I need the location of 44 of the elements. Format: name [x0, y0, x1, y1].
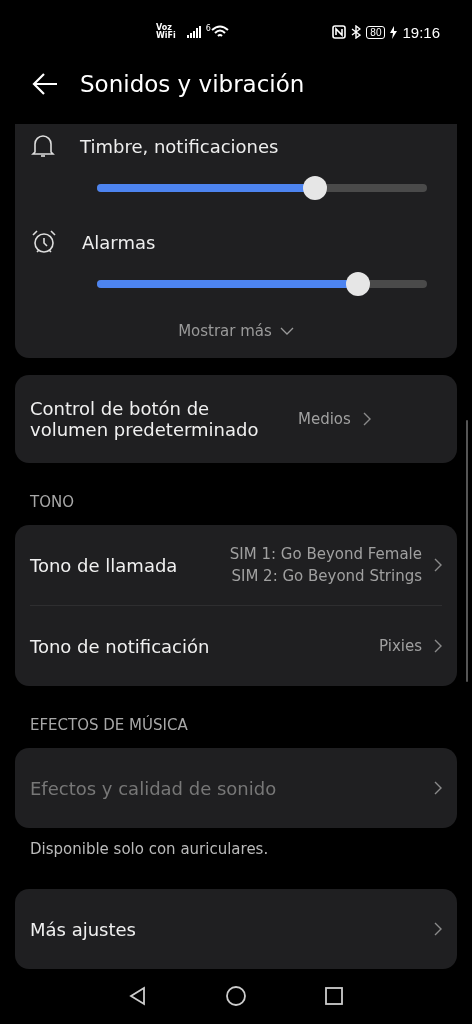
bell-icon: [31, 133, 55, 159]
chevron-right-icon: [434, 781, 442, 795]
battery-level: 80: [366, 25, 386, 39]
wifi-calling-label: Voz WiFi: [156, 24, 176, 40]
volume-label: Alarmas: [82, 231, 156, 253]
wifi-icon: [210, 25, 229, 39]
volume-label: Timbre, notificaciones: [80, 135, 279, 157]
chevron-right-icon: [434, 558, 442, 572]
settings-item[interactable]: Tono de notificación Pixies: [30, 606, 442, 686]
slider-thumb[interactable]: [345, 272, 370, 296]
item-label: Efectos y calidad de sonido: [30, 777, 278, 799]
section-header: EFECTOS DE MÚSICA: [29, 714, 189, 736]
home-icon[interactable]: [225, 985, 247, 1007]
slider-thumb[interactable]: [302, 176, 327, 200]
item-label: Más ajustes: [30, 918, 137, 940]
section-header: TONO: [29, 492, 75, 513]
clock-time: 19:16: [402, 23, 440, 41]
bluetooth-icon: [351, 25, 362, 39]
charging-icon: [390, 25, 398, 39]
back-button[interactable]: [32, 73, 58, 95]
volume-slider[interactable]: [97, 272, 427, 296]
chevron-right-icon: [434, 639, 442, 653]
caret-icon: [279, 327, 294, 335]
hint-text: Disponible solo con auriculares.: [29, 839, 270, 860]
recents-icon[interactable]: [323, 986, 344, 1006]
page-title: Sonidos y vibración: [80, 71, 305, 97]
settings-item[interactable]: Control de botón de volumen predeterminado Medios: [30, 375, 442, 463]
item-label: Tono de llamada: [30, 554, 179, 576]
chevron-right-icon: [362, 412, 371, 426]
nfc-icon: [332, 25, 347, 39]
item-value: Medios: [298, 410, 351, 428]
item-label: Control de botón de volumen predeterminado: [30, 398, 260, 440]
wifi-generation-label: 6: [205, 24, 211, 33]
item-label: Tono de notificación: [30, 635, 211, 657]
settings-item[interactable]: Tono de llamada SIM 1: Go Beyond Female SIM 2: Go Beyond Strings: [30, 525, 442, 605]
alarm-clock-icon: [31, 229, 57, 255]
volume-slider[interactable]: [97, 176, 427, 200]
item-value: SIM 1: Go Beyond Female: [229, 545, 422, 563]
show-more-button[interactable]: Mostrar más: [178, 322, 294, 340]
item-value: Pixies: [379, 637, 422, 655]
signal-icon: [186, 26, 201, 38]
chevron-right-icon: [434, 922, 442, 936]
settings-item[interactable]: Más ajustes: [30, 889, 442, 969]
item-value: SIM 2: Go Beyond Strings: [231, 567, 422, 585]
